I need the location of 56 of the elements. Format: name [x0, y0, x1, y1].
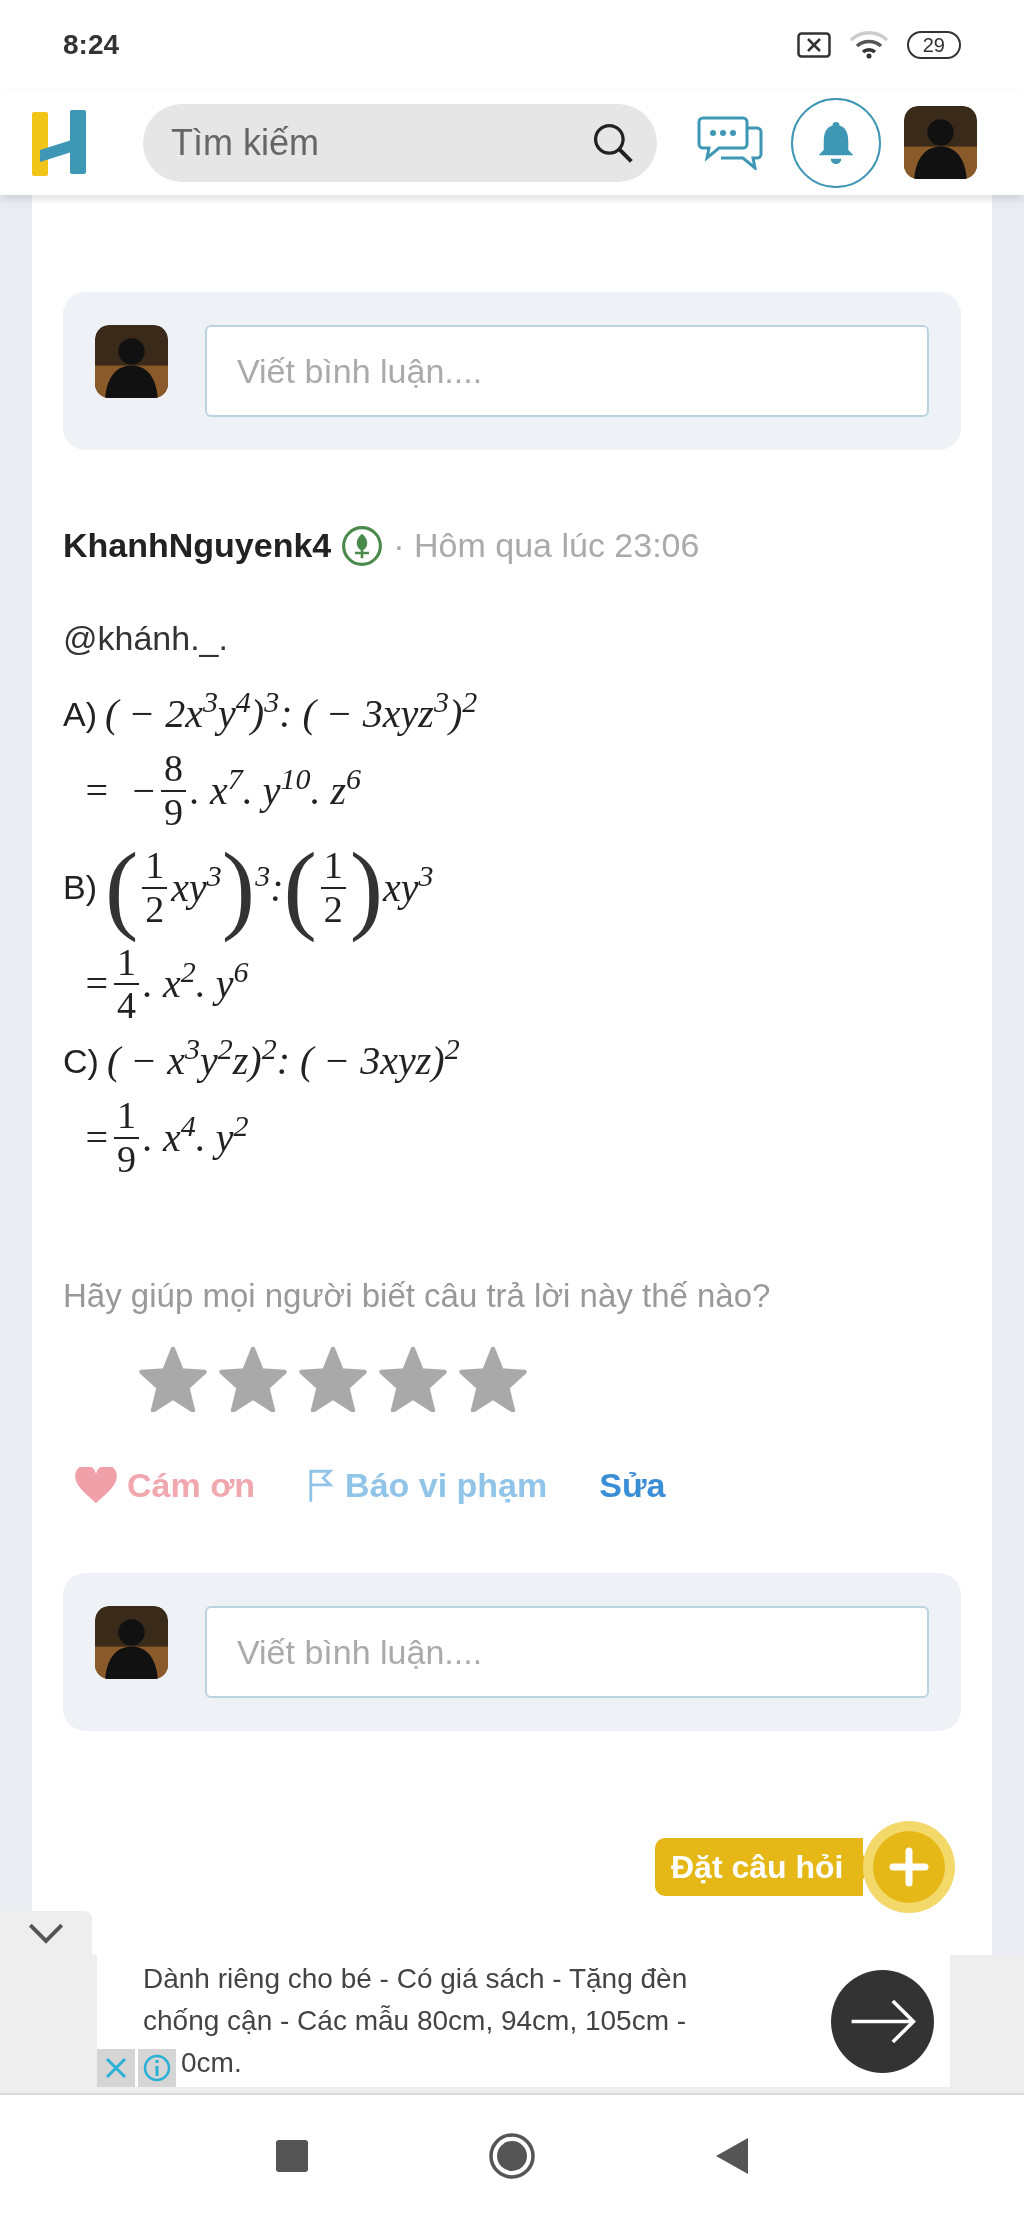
- comment-input[interactable]: Viết bình luận....: [205, 325, 929, 417]
- math-expression: = −: [83, 766, 157, 815]
- rating-prompt: Hãy giúp mọi người biết câu trả lời này thế nào?: [63, 1275, 772, 1316]
- math-expression: xy$^{3}$: [383, 857, 434, 912]
- report-button[interactable]: Báo vi phạm: [307, 1460, 548, 1512]
- wifi-icon: [848, 31, 889, 59]
- user-avatar[interactable]: [95, 1606, 168, 1680]
- comment-input[interactable]: Viết bình luận....: [205, 1606, 929, 1699]
- badge-icon: [341, 524, 384, 567]
- chat-icon[interactable]: [697, 115, 763, 170]
- user-avatar[interactable]: [904, 106, 977, 179]
- math-expression: $^{3}$:: [255, 857, 284, 912]
- collapse-tab[interactable]: [0, 1911, 92, 1955]
- user-avatar[interactable]: [95, 325, 168, 398]
- back-icon[interactable]: [716, 2138, 748, 2174]
- math-expression: ( − x$^{3}$y$^{2}$z)$^{2}$: ( − 3xyz)$^{2}$: [106, 1031, 460, 1086]
- flag-icon: [307, 1468, 336, 1503]
- math-expression: . x$^{2}$. y$^{6}$: [143, 954, 249, 1009]
- math-expression: . x$^{7}$. y$^{10}$. z$^{6}$: [190, 760, 362, 815]
- math-expression: =: [83, 960, 110, 1009]
- plus-button-icon[interactable]: [861, 1819, 958, 1915]
- ad-banner[interactable]: Dành riêng cho bé - Có giá sách - Tặng đèn chống cận - Các mẫu 80cm, 94cm, 105cm - 0cm.: [97, 1955, 950, 2087]
- star-icon[interactable]: [298, 1346, 368, 1413]
- math-expression: . x$^{4}$. y$^{2}$: [143, 1108, 249, 1162]
- math-expression: =: [83, 1114, 110, 1162]
- math-expression: xy$^{3}$: [171, 857, 222, 912]
- search-field[interactable]: Tìm kiếm: [143, 103, 657, 182]
- sim-icon: [796, 32, 831, 58]
- notification-button[interactable]: [791, 97, 881, 188]
- fraction: 8 9: [161, 748, 186, 834]
- mention: @khánh._.: [63, 618, 229, 659]
- fraction: 1 2: [142, 844, 168, 931]
- home-icon[interactable]: [488, 2132, 536, 2180]
- heart-icon: [75, 1466, 117, 1505]
- math-expression: ( − 2x$^{3}$y$^{4}$)$^{3}$: ( − 3xyz$^{3}$)$^{2}$: [105, 684, 478, 738]
- battery-indicator: 29: [906, 31, 961, 59]
- fraction: 1 4: [114, 941, 139, 1028]
- star-icon[interactable]: [218, 1346, 288, 1413]
- part-label: C): [63, 1040, 99, 1082]
- status-time: 8:24: [63, 28, 120, 62]
- ask-question-button[interactable]: Đặt câu hỏi: [655, 1838, 864, 1896]
- post-time: · Hôm qua lúc 23:06: [393, 525, 700, 566]
- star-icon[interactable]: [378, 1346, 448, 1413]
- part-label: B): [63, 867, 97, 909]
- info-icon[interactable]: [138, 2049, 176, 2087]
- edit-button[interactable]: Sửa: [599, 1460, 666, 1512]
- thanks-button[interactable]: Cám ơn: [75, 1460, 256, 1512]
- close-icon[interactable]: [97, 2049, 135, 2087]
- fraction: 1 9: [114, 1095, 139, 1181]
- part-label: A): [63, 693, 97, 735]
- star-icon[interactable]: [458, 1346, 528, 1413]
- author-name[interactable]: KhanhNguyenk4: [63, 520, 332, 571]
- chevron-down-icon: [27, 1922, 65, 1944]
- arrow-button-icon[interactable]: [831, 1969, 934, 2073]
- star-icon[interactable]: [138, 1346, 208, 1413]
- fraction: 1 2: [320, 844, 346, 931]
